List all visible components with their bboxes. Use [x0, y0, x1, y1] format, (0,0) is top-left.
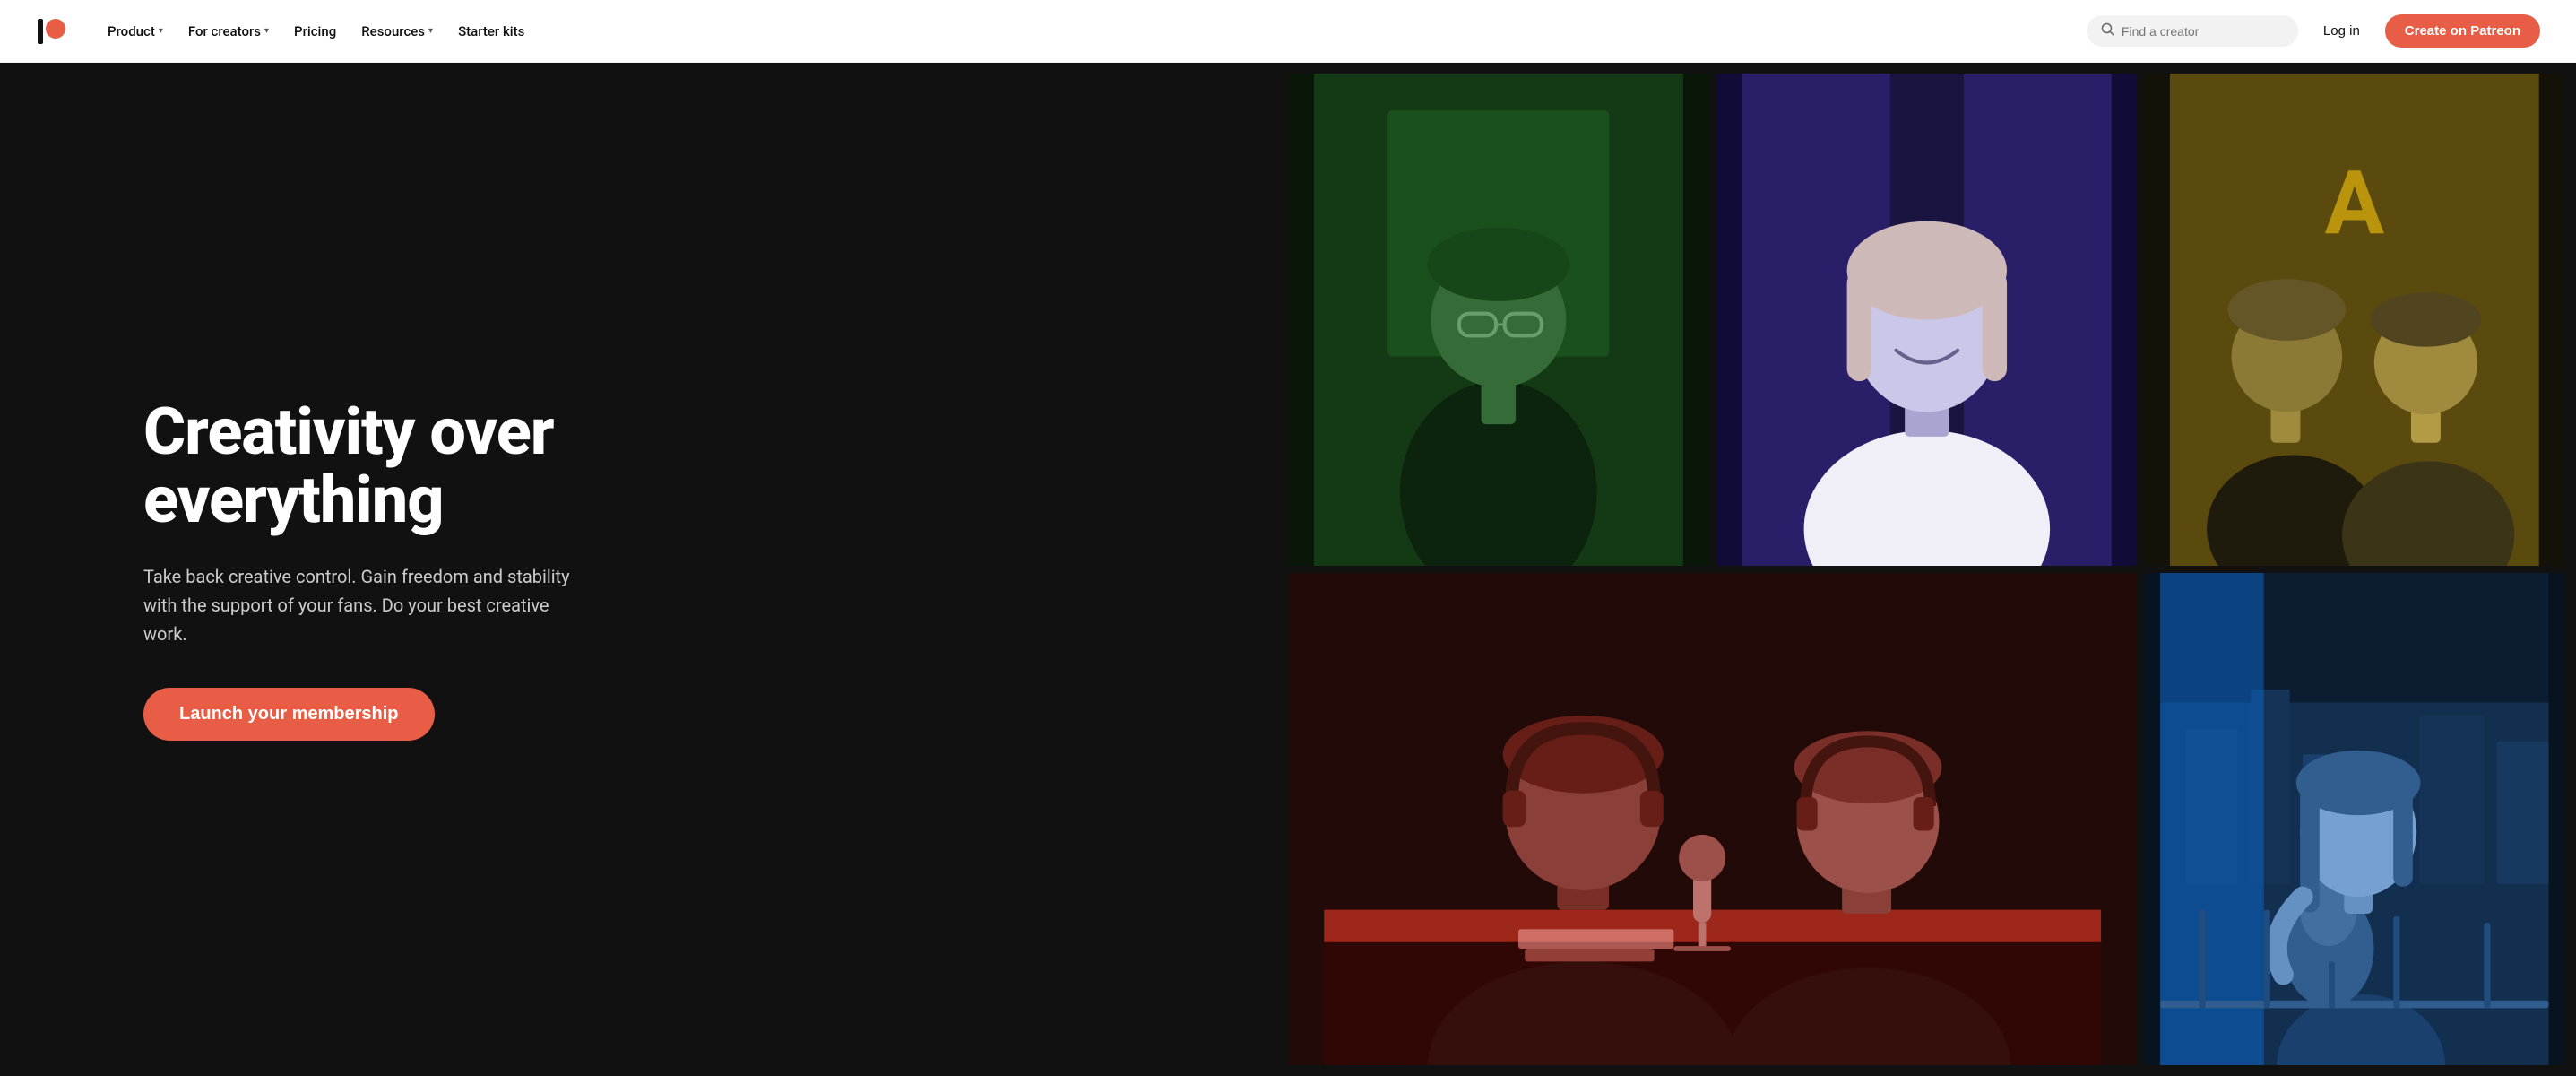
hero-title-line2: everything — [143, 462, 444, 538]
hero-image-1 — [1288, 74, 1709, 566]
nav-product[interactable]: Product ▾ — [97, 16, 174, 47]
nav-for-creators-chevron: ▾ — [264, 26, 269, 36]
hero-image-4 — [1288, 573, 2137, 1065]
hero-section: Creativity over everything Take back cre… — [0, 63, 2576, 1076]
nav-starter-kits-label: Starter kits — [458, 23, 524, 39]
nav-for-creators[interactable]: For creators ▾ — [177, 16, 280, 47]
hero-title-line1: Creativity over — [143, 394, 554, 470]
search-icon — [2101, 22, 2114, 39]
nav-product-label: Product — [108, 23, 155, 39]
hero-left: Creativity over everything Take back cre… — [0, 63, 1288, 1076]
nav-product-chevron: ▾ — [159, 26, 163, 36]
launch-membership-button[interactable]: Launch your membership — [143, 688, 435, 741]
logo[interactable] — [36, 15, 68, 48]
nav-resources-label: Resources — [361, 23, 425, 39]
search-input[interactable] — [2122, 24, 2284, 39]
hero-title: Creativity over everything — [143, 398, 1216, 534]
navbar: Product ▾ For creators ▾ Pricing Resourc… — [0, 0, 2576, 63]
search-box[interactable] — [2087, 15, 2298, 47]
hero-subtitle: Take back creative control. Gain freedom… — [143, 562, 574, 648]
hero-image-2 — [1716, 74, 2138, 566]
nav-right: Log in Create on Patreon — [2087, 14, 2540, 48]
nav-for-creators-label: For creators — [188, 23, 261, 39]
nav-resources-chevron: ▾ — [428, 26, 433, 36]
hero-image-grid: A — [1288, 63, 2576, 1076]
nav-pricing-label: Pricing — [294, 23, 336, 39]
hero-image-5 — [2144, 573, 2565, 1065]
login-button[interactable]: Log in — [2312, 16, 2371, 46]
nav-pricing[interactable]: Pricing — [283, 16, 347, 47]
nav-resources[interactable]: Resources ▾ — [350, 16, 444, 47]
nav-starter-kits[interactable]: Starter kits — [447, 16, 535, 47]
create-button[interactable]: Create on Patreon — [2385, 14, 2540, 48]
hero-image-3: A — [2144, 74, 2565, 566]
nav-links: Product ▾ For creators ▾ Pricing Resourc… — [97, 16, 2087, 47]
